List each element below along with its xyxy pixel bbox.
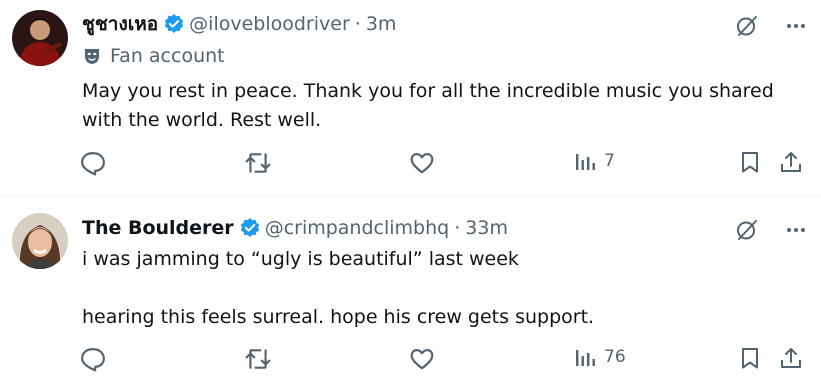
- bookmark-icon: [742, 152, 758, 173]
- display-name[interactable]: ชูชางเหอ: [82, 9, 158, 39]
- views-count: 76: [604, 347, 626, 367]
- bookmark-icon: [742, 348, 758, 369]
- grok-icon[interactable]: [735, 14, 759, 38]
- reply-button[interactable]: [80, 346, 106, 372]
- avatar-image: [12, 10, 68, 66]
- reply-icon: [81, 348, 105, 372]
- reply-button[interactable]: [80, 150, 106, 176]
- action-bar: 76: [0, 346, 821, 376]
- bookmark-button[interactable]: [738, 150, 762, 174]
- avatar-image: [12, 213, 68, 269]
- tweet[interactable]: The Boulderer @crimpandclimbhq · 33m i w…: [0, 196, 821, 382]
- like-icon: [410, 349, 434, 370]
- share-icon: [781, 152, 801, 172]
- views-button[interactable]: 7: [574, 150, 615, 172]
- retweet-button[interactable]: [245, 150, 271, 176]
- share-button[interactable]: [779, 346, 803, 370]
- tweet-text: i was jamming to “ugly is beautiful” las…: [82, 248, 595, 328]
- bookmark-button[interactable]: [738, 346, 762, 370]
- tweet-header: The Boulderer @crimpandclimbhq · 33m: [82, 215, 508, 241]
- fan-mask-icon: [82, 46, 102, 66]
- timestamp[interactable]: 33m: [465, 217, 508, 239]
- avatar[interactable]: [12, 213, 68, 269]
- tweet[interactable]: ชูชางเหอ @ilovebloodriver · 3m Fan accou…: [0, 0, 821, 196]
- like-icon: [410, 153, 434, 174]
- more-icon[interactable]: [785, 219, 807, 241]
- handle[interactable]: @crimpandclimbhq: [265, 217, 450, 239]
- share-icon: [781, 348, 801, 368]
- views-icon: [576, 154, 595, 170]
- separator: ·: [454, 217, 461, 239]
- more-icon[interactable]: [785, 15, 807, 37]
- grok-icon[interactable]: [735, 218, 759, 242]
- retweet-button[interactable]: [245, 346, 271, 372]
- views-button[interactable]: 76: [574, 346, 626, 368]
- reply-icon: [81, 152, 105, 176]
- separator: ·: [354, 13, 361, 35]
- views-icon: [576, 350, 595, 366]
- tweet-header: ชูชางเหอ @ilovebloodriver · 3m: [82, 11, 396, 37]
- views-count: 7: [604, 151, 615, 171]
- retweet-icon: [245, 349, 271, 369]
- avatar[interactable]: [12, 10, 68, 66]
- tweet-top-actions: [735, 14, 807, 38]
- like-button[interactable]: [409, 346, 435, 372]
- tweet-text: May you rest in peace. Thank you for all…: [82, 80, 774, 131]
- retweet-icon: [245, 153, 271, 173]
- fan-account-text: Fan account: [110, 45, 225, 67]
- verified-icon: [239, 217, 261, 239]
- handle[interactable]: @ilovebloodriver: [189, 13, 350, 35]
- timestamp[interactable]: 3m: [366, 13, 397, 35]
- like-button[interactable]: [409, 150, 435, 176]
- tweet-top-actions: [735, 218, 807, 242]
- verified-icon: [163, 13, 185, 35]
- action-bar: 7: [0, 150, 821, 180]
- share-button[interactable]: [779, 150, 803, 174]
- display-name[interactable]: The Boulderer: [82, 217, 234, 239]
- fan-account-label: Fan account: [82, 45, 225, 67]
